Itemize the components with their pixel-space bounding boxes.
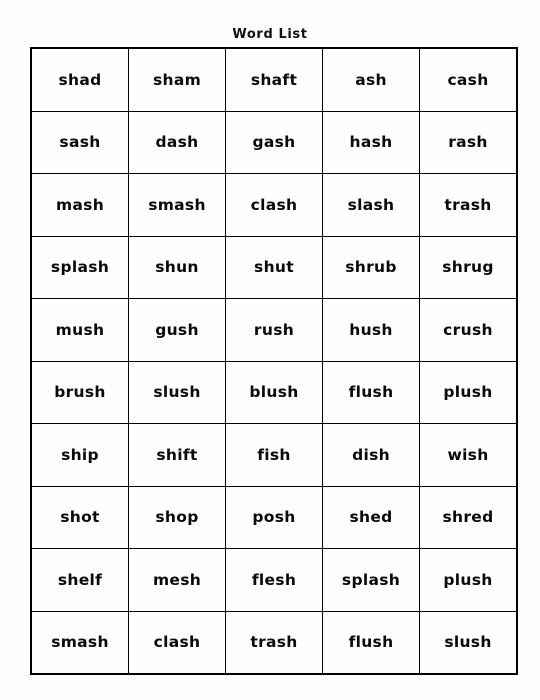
word-cell[interactable]: cash <box>419 47 518 112</box>
word-cell[interactable]: shop <box>128 485 226 549</box>
word-cell[interactable]: dish <box>322 423 420 487</box>
word-cell[interactable]: ash <box>322 47 420 112</box>
word-cell[interactable]: slush <box>419 610 518 675</box>
word-cell[interactable]: flush <box>322 610 420 675</box>
word-cell[interactable]: shelf <box>30 548 129 612</box>
word-cell[interactable]: smash <box>30 610 129 675</box>
worksheet-page: Word List shad sham shaft ash cash sash … <box>0 0 540 700</box>
word-cell[interactable]: shrub <box>322 235 420 299</box>
table-row: shot shop posh shed shred <box>30 485 518 549</box>
word-cell[interactable]: shun <box>128 235 226 299</box>
word-cell[interactable]: splash <box>30 235 129 299</box>
page-title: Word List <box>232 27 308 42</box>
word-cell[interactable]: slush <box>128 360 226 424</box>
word-cell[interactable]: rush <box>225 298 323 362</box>
word-cell[interactable]: mush <box>30 298 129 362</box>
table-row: splash shun shut shrub shrug <box>30 235 518 299</box>
word-cell[interactable]: flesh <box>225 548 323 612</box>
table-row: smash clash trash flush slush <box>30 610 518 675</box>
table-row: brush slush blush flush plush <box>30 360 518 424</box>
table-row: shelf mesh flesh splash plush <box>30 548 518 612</box>
word-cell[interactable]: hush <box>322 298 420 362</box>
word-cell[interactable]: shot <box>30 485 129 549</box>
word-cell[interactable]: slash <box>322 173 420 237</box>
word-cell[interactable]: crush <box>419 298 518 362</box>
word-cell[interactable]: clash <box>128 610 226 675</box>
word-cell[interactable]: shift <box>128 423 226 487</box>
word-cell[interactable]: shred <box>419 485 518 549</box>
word-cell[interactable]: posh <box>225 485 323 549</box>
word-cell[interactable]: ship <box>30 423 129 487</box>
word-cell[interactable]: plush <box>419 548 518 612</box>
word-cell[interactable]: trash <box>419 173 518 237</box>
word-cell[interactable]: shrug <box>419 235 518 299</box>
table-row: sash dash gash hash rash <box>30 110 518 174</box>
word-cell[interactable]: shut <box>225 235 323 299</box>
word-cell[interactable]: splash <box>322 548 420 612</box>
word-cell[interactable]: wish <box>419 423 518 487</box>
word-cell[interactable]: gash <box>225 110 323 174</box>
word-cell[interactable]: flush <box>322 360 420 424</box>
word-cell[interactable]: shed <box>322 485 420 549</box>
table-row: mash smash clash slash trash <box>30 173 518 237</box>
word-cell[interactable]: mesh <box>128 548 226 612</box>
word-cell[interactable]: rash <box>419 110 518 174</box>
word-cell[interactable]: sash <box>30 110 129 174</box>
word-cell[interactable]: mash <box>30 173 129 237</box>
word-cell[interactable]: trash <box>225 610 323 675</box>
word-cell[interactable]: blush <box>225 360 323 424</box>
word-cell[interactable]: dash <box>128 110 226 174</box>
word-cell[interactable]: sham <box>128 47 226 112</box>
word-cell[interactable]: gush <box>128 298 226 362</box>
table-row: ship shift fish dish wish <box>30 423 518 487</box>
word-list-table: shad sham shaft ash cash sash dash gash … <box>30 47 518 675</box>
word-list-body: shad sham shaft ash cash sash dash gash … <box>30 47 518 675</box>
word-cell[interactable]: clash <box>225 173 323 237</box>
word-cell[interactable]: smash <box>128 173 226 237</box>
table-row: shad sham shaft ash cash <box>30 47 518 112</box>
word-cell[interactable]: shaft <box>225 47 323 112</box>
word-cell[interactable]: plush <box>419 360 518 424</box>
word-cell[interactable]: fish <box>225 423 323 487</box>
word-cell[interactable]: hash <box>322 110 420 174</box>
word-cell[interactable]: shad <box>30 47 129 112</box>
word-cell[interactable]: brush <box>30 360 129 424</box>
table-row: mush gush rush hush crush <box>30 298 518 362</box>
